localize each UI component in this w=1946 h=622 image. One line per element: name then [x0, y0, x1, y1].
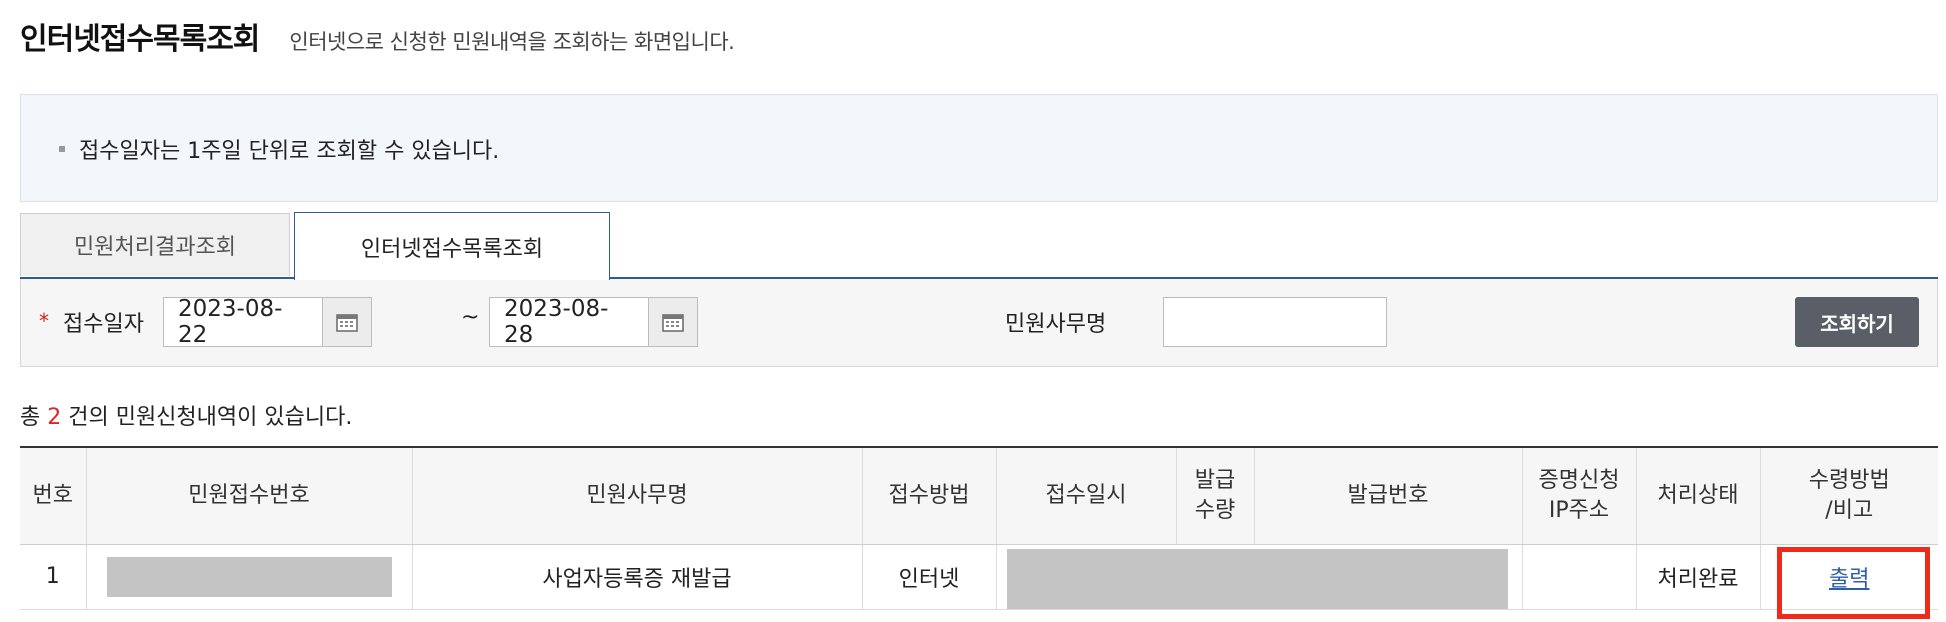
- table-row: 1 사업자등록증 재발급 인터넷 처리완료 출력: [20, 544, 1938, 619]
- notice-box: 접수일자는 1주일 단위로 조회할 수 있습니다.: [20, 94, 1938, 202]
- notice-text: 접수일자는 1주일 단위로 조회할 수 있습니다.: [79, 139, 500, 164]
- result-count: 2: [47, 405, 62, 430]
- tab-bar: 민원처리결과조회 인터넷접수목록조회: [20, 212, 1938, 280]
- search-panel: * 접수일자 2023-08-22 ~ 2023-08-28 민원사무명 조회하…: [20, 279, 1938, 367]
- col-status: 처리상태: [1636, 446, 1761, 545]
- cell-method: 인터넷: [862, 544, 997, 610]
- col-receipt-no: 민원접수번호: [86, 446, 413, 545]
- cell-datetime-issue: [996, 544, 1523, 610]
- cell-remark: 출력: [1760, 544, 1938, 619]
- date-separator: ~: [461, 305, 480, 330]
- service-name-input[interactable]: [1163, 297, 1387, 347]
- redacted-block: [106, 556, 392, 597]
- date-from-input[interactable]: 2023-08-22: [163, 296, 323, 348]
- col-method: 접수방법: [862, 446, 997, 545]
- col-datetime: 접수일시: [996, 446, 1177, 545]
- result-summary: 총 2 건의 민원신청내역이 있습니다.: [20, 405, 353, 430]
- col-quantity: 발급 수량: [1176, 446, 1255, 545]
- bullet-icon: [59, 146, 65, 152]
- table-header-row: 번호 민원접수번호 민원사무명 접수방법 접수일시 발급 수량 발급번호 증명신청…: [20, 446, 1938, 545]
- date-label: 접수일자: [63, 312, 144, 337]
- search-button[interactable]: 조회하기: [1795, 297, 1919, 347]
- date-to-calendar-button[interactable]: [648, 297, 698, 347]
- cell-ip: [1522, 544, 1637, 610]
- page-header: 인터넷접수목록조회 인터넷으로 신청한 민원내역을 조회하는 화면입니다.: [20, 14, 735, 58]
- redacted-block: [1006, 548, 1508, 609]
- date-to-input[interactable]: 2023-08-28: [489, 296, 649, 348]
- calendar-icon: [336, 314, 358, 332]
- page-description: 인터넷으로 신청한 민원내역을 조회하는 화면입니다.: [289, 30, 735, 54]
- cell-service-name: 사업자등록증 재발급: [412, 544, 863, 610]
- col-ip: 증명신청 IP주소: [1522, 446, 1637, 545]
- date-from-calendar-button[interactable]: [322, 297, 372, 347]
- cell-no: 1: [20, 544, 87, 610]
- page-title: 인터넷접수목록조회: [20, 22, 260, 57]
- cell-status: 처리완료: [1636, 544, 1761, 610]
- results-table: 번호 민원접수번호 민원사무명 접수방법 접수일시 발급 수량 발급번호 증명신청…: [20, 446, 1938, 619]
- cell-receipt-no: [86, 544, 413, 610]
- notice-item: 접수일자는 1주일 단위로 조회할 수 있습니다.: [59, 133, 499, 165]
- required-mark: *: [39, 309, 49, 333]
- col-remark: 수령방법/비고: [1760, 446, 1938, 545]
- col-issue-no: 발급번호: [1254, 446, 1523, 545]
- tab-civil-result[interactable]: 민원처리결과조회: [20, 213, 290, 276]
- service-name-label: 민원사무명: [1005, 312, 1107, 337]
- print-link[interactable]: 출력: [1829, 567, 1869, 592]
- col-service-name: 민원사무명: [412, 446, 863, 545]
- col-no: 번호: [20, 446, 87, 545]
- calendar-icon: [662, 314, 684, 332]
- tab-internet-list[interactable]: 인터넷접수목록조회: [294, 212, 610, 280]
